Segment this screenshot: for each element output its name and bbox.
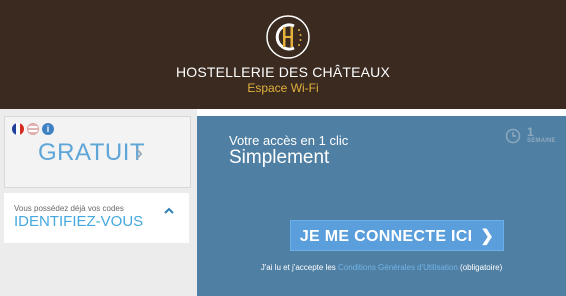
flag-en-icon[interactable] xyxy=(27,123,39,135)
access-panel: Votre accès en 1 clic Simplement 1 SEMAI… xyxy=(197,116,566,296)
brand-subtitle: Espace Wi-Fi xyxy=(247,81,319,95)
access-heading: Votre accès en 1 clic xyxy=(229,133,349,148)
terms-link[interactable]: Conditions Générales d'Utilisation xyxy=(338,263,458,272)
chevron-right-icon: ❯ xyxy=(480,228,495,245)
site-header: HOSTELLERIE DES CHÂTEAUX Espace Wi-Fi xyxy=(0,0,566,109)
connect-button[interactable]: JE ME CONNECTE ICI ❯ xyxy=(290,220,504,251)
language-selector: i xyxy=(12,123,54,135)
login-with-codes-option[interactable]: Vous possédez déjà vos codes IDENTIFIEZ-… xyxy=(4,193,189,243)
terms-prefix: J'ai lu et j'accepte les xyxy=(260,263,339,272)
identify-label: IDENTIFIEZ-VOUS xyxy=(14,213,144,230)
access-subheading: Simplement xyxy=(229,147,330,168)
connect-button-label: JE ME CONNECTE ICI xyxy=(299,228,473,245)
chevron-right-icon: › xyxy=(135,139,143,166)
free-access-option[interactable]: i GRATUIT › xyxy=(4,116,191,188)
duration-value: 1 xyxy=(527,125,534,139)
flag-fr-icon[interactable] xyxy=(12,123,24,135)
terms-notice: J'ai lu et j'accepte les Conditions Géné… xyxy=(197,263,566,272)
terms-suffix: (obligatoire) xyxy=(457,263,503,272)
brand-name: HOSTELLERIE DES CHÂTEAUX xyxy=(175,64,391,80)
hostellerie-logo-icon xyxy=(266,15,310,59)
duration-unit: SEMAINE xyxy=(527,138,556,144)
codes-prompt: Vous possédez déjà vos codes xyxy=(14,204,124,213)
chevron-up-icon[interactable] xyxy=(164,206,174,216)
info-icon[interactable]: i xyxy=(42,123,54,135)
duration-indicator: 1 SEMAINE xyxy=(505,125,560,149)
clock-icon xyxy=(505,128,521,144)
free-option-label: GRATUIT xyxy=(38,139,146,166)
